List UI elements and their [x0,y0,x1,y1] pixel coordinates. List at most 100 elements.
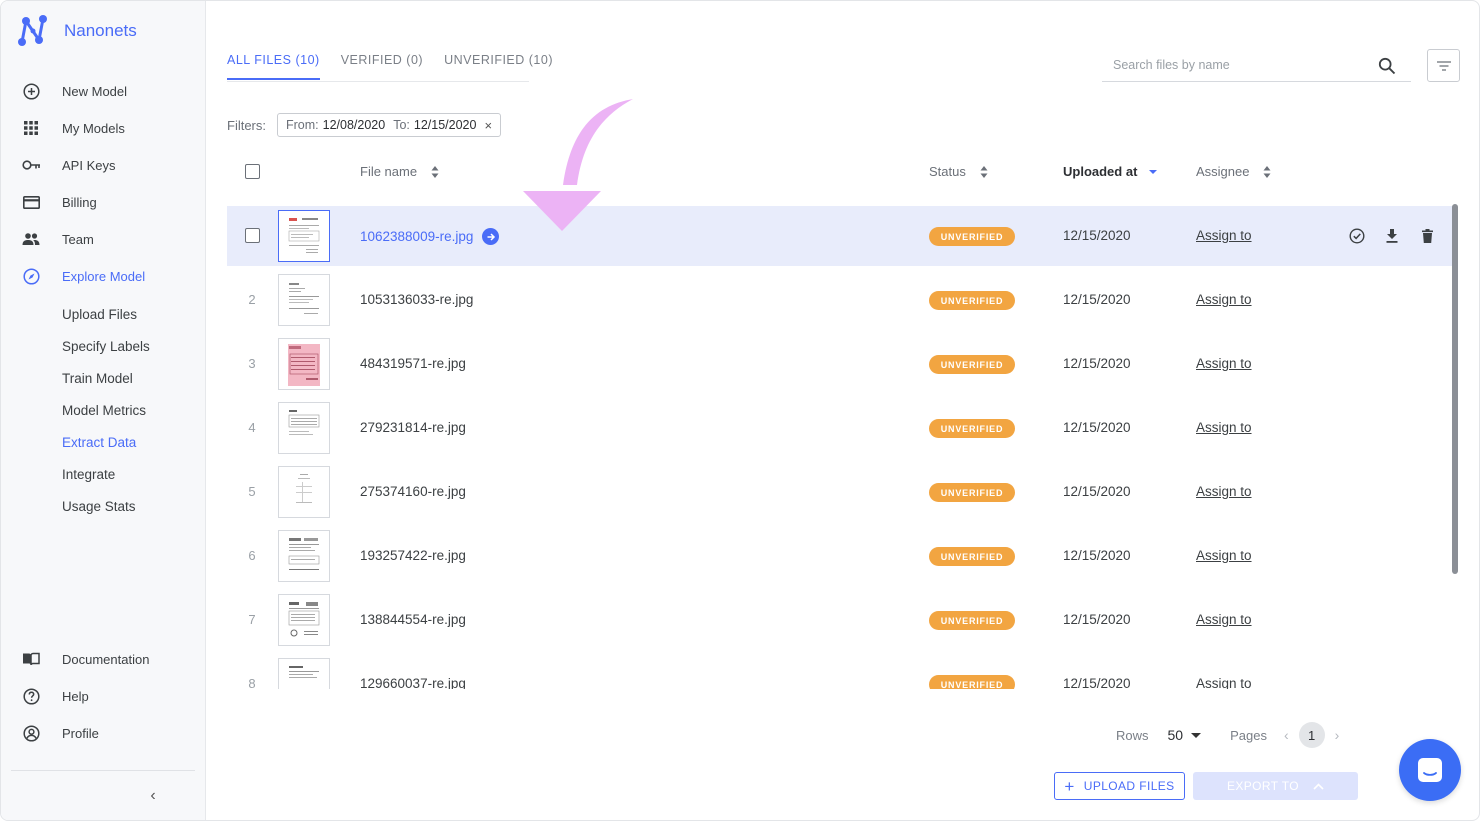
sidebar-subitem-model-metrics[interactable]: Model Metrics [62,403,146,418]
file-name-link[interactable]: 484319571-re.jpg [360,356,466,371]
file-name-link[interactable]: 1053136033-re.jpg [360,292,473,307]
file-thumbnail[interactable] [278,274,330,326]
file-name-link[interactable]: 275374160-re.jpg [360,484,466,499]
file-name-link[interactable]: 1062388009-re.jpg [360,228,500,245]
column-header-assignee[interactable]: Assignee [1196,164,1271,179]
table-row[interactable]: 1062388009-re.jpg UNVERIFIED 12/15/2020 … [227,206,1454,266]
file-thumbnail[interactable] [278,210,330,262]
row-checkbox[interactable] [245,228,260,243]
user-circle-icon [21,723,41,743]
collapse-sidebar-button[interactable]: ‹ [146,787,160,805]
previous-page-button[interactable]: ‹ [1284,727,1289,743]
date-filter-chip[interactable]: From: 12/08/2020 To: 12/15/2020 × [277,113,502,137]
assign-to-link[interactable]: Assign to [1196,676,1252,689]
brand[interactable]: Nanonets [17,14,137,48]
arrow-right-circle-icon[interactable] [482,228,500,245]
file-name-link[interactable]: 129660037-re.jpg [360,676,466,689]
table-row[interactable]: 2 1053136033-re.jpg UNVERIFIED 12/15/202… [227,270,1454,330]
file-name-link[interactable]: 138844554-re.jpg [360,612,466,627]
current-page-button[interactable]: 1 [1298,722,1325,748]
file-thumbnail[interactable] [278,594,330,646]
sort-icon [980,165,988,178]
file-thumbnail[interactable] [278,402,330,454]
column-header-status[interactable]: Status [929,164,988,179]
file-thumbnail[interactable] [278,338,330,390]
status-badge: UNVERIFIED [929,355,1015,374]
document-preview-icon [288,344,320,386]
row-index: 2 [248,292,256,307]
sidebar-item-api-keys[interactable]: API Keys [21,155,115,175]
row-index: 5 [248,484,256,499]
chat-launcher-button[interactable] [1399,739,1461,801]
file-thumbnail[interactable] [278,466,330,518]
sidebar-subitem-usage-stats[interactable]: Usage Stats [62,499,136,514]
file-name-link[interactable]: 279231814-re.jpg [360,420,466,435]
filter-button[interactable] [1427,49,1460,82]
table-scrollbar[interactable] [1452,204,1458,574]
sidebar: Nanonets New Model My Models API Keys Bi… [1,1,206,820]
column-header-file-name[interactable]: File name [360,164,439,179]
table-row[interactable]: 6 193257422-re.jpg UNVERIFIED 12/15/2020… [227,526,1454,586]
table-row[interactable]: 7 138844554-re.jpg UNVERIFIED 12/15/2020… [227,590,1454,650]
trash-icon[interactable] [1418,227,1436,245]
assign-to-link[interactable]: Assign to [1196,292,1252,307]
assign-to-link[interactable]: Assign to [1196,356,1252,371]
export-to-button[interactable]: EXPORT TO [1193,772,1358,800]
rows-per-page-label: Rows [1116,727,1149,743]
sidebar-item-documentation[interactable]: Documentation [21,649,149,669]
sidebar-item-team[interactable]: Team [21,229,94,249]
pages-label: Pages [1230,727,1267,743]
table-row[interactable]: 3 484319571-re.jpg UNVERIFIED 12/15/2020… [227,334,1454,394]
status-badge: UNVERIFIED [929,419,1015,438]
download-icon[interactable] [1383,227,1401,245]
file-tabs: ALL FILES (10) VERIFIED (0) UNVERIFIED (… [227,53,574,80]
remove-filter-icon[interactable]: × [484,118,492,133]
table-row[interactable]: 4 279231814-re.jpg UNVERIFIED 12/15/2020… [227,398,1454,458]
sort-icon [431,165,439,178]
sidebar-item-explore-model[interactable]: Explore Model [21,266,145,286]
table-row[interactable]: 8 129660037-re.jpg UNVERIFIED 12/15/2020… [227,654,1454,689]
verify-check-icon[interactable] [1348,227,1366,245]
brand-name: Nanonets [64,21,137,40]
plus-icon: + [1064,776,1075,796]
file-thumbnail[interactable] [278,658,330,689]
tab-unverified[interactable]: UNVERIFIED (10) [444,53,553,80]
sidebar-item-profile[interactable]: Profile [21,723,99,743]
sidebar-subitem-extract-data[interactable]: Extract Data [62,435,136,450]
status-badge: UNVERIFIED [929,547,1015,566]
file-name-link[interactable]: 193257422-re.jpg [360,548,466,563]
document-preview-icon [288,408,320,450]
sidebar-item-label: New Model [62,83,128,99]
sidebar-item-my-models[interactable]: My Models [21,118,125,138]
assign-to-link[interactable]: Assign to [1196,612,1252,627]
assign-to-link[interactable]: Assign to [1196,548,1252,563]
uploaded-date: 12/15/2020 [1063,484,1131,499]
search-icon[interactable] [1378,57,1396,75]
next-page-button[interactable]: › [1335,727,1340,743]
sidebar-subitem-integrate[interactable]: Integrate [62,467,115,482]
sidebar-item-help[interactable]: Help [21,686,89,706]
search-input[interactable] [1102,58,1372,72]
table-row[interactable]: 5 275374160-re.jpg UNVERIFIED 12/15/2020… [227,462,1454,522]
tab-all-files[interactable]: ALL FILES (10) [227,53,320,80]
assign-to-link[interactable]: Assign to [1196,420,1252,435]
upload-files-button[interactable]: + UPLOAD FILES [1054,772,1185,800]
sidebar-subitem-specify-labels[interactable]: Specify Labels [62,339,150,354]
sidebar-item-billing[interactable]: Billing [21,192,97,212]
document-preview-icon [288,536,320,578]
file-name-label: 193257422-re.jpg [360,548,466,563]
sidebar-subitem-train-model[interactable]: Train Model [62,371,133,386]
tab-verified[interactable]: VERIFIED (0) [341,53,423,80]
assign-to-link[interactable]: Assign to [1196,228,1252,243]
rows-per-page-select[interactable]: 50 [1168,727,1202,743]
sidebar-item-new-model[interactable]: New Model [21,81,127,101]
status-badge: UNVERIFIED [929,483,1015,502]
file-thumbnail[interactable] [278,530,330,582]
sidebar-subitem-upload-files[interactable]: Upload Files [62,307,137,322]
sort-icon [1263,165,1271,178]
column-header-uploaded-at[interactable]: Uploaded at [1063,164,1158,179]
file-name-label: 1053136033-re.jpg [360,292,474,307]
document-preview-icon [288,600,320,642]
select-all-checkbox[interactable] [245,164,260,179]
assign-to-link[interactable]: Assign to [1196,484,1252,499]
